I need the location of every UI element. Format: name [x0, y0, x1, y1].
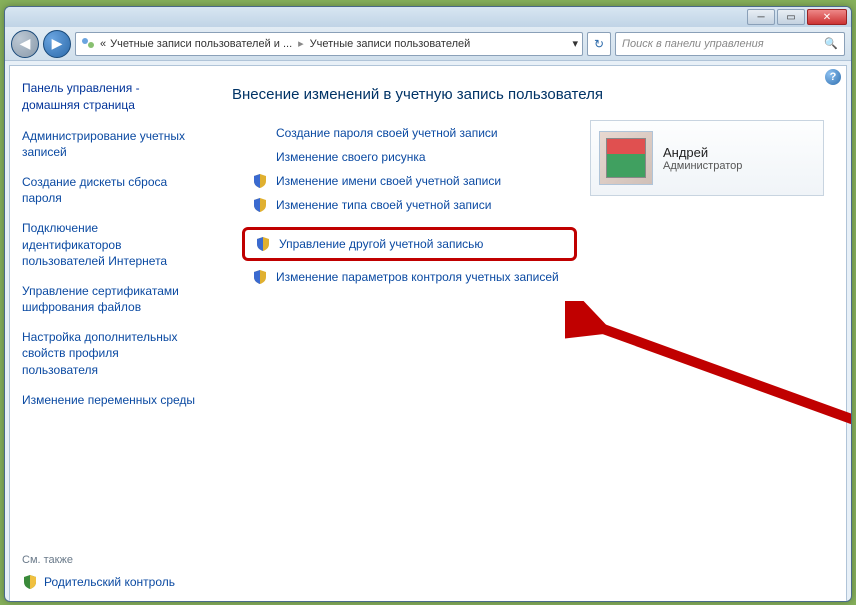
back-arrow-icon: ◀ — [20, 35, 31, 52]
content-area: Панель управления - домашняя страница Ад… — [9, 65, 847, 602]
change-uac-link[interactable]: Изменение параметров контроля учетных за… — [276, 270, 559, 284]
sidebar-link[interactable]: Управление сертификатами шифрования файл… — [22, 283, 198, 315]
user-name: Андрей — [663, 145, 742, 160]
task-item: Управление другой учетной записью — [255, 236, 564, 252]
close-button[interactable]: ✕ — [807, 9, 847, 25]
control-panel-window: ─ ▭ ✕ ◀ ▶ « Учетные записи пользователей… — [4, 6, 852, 602]
parental-controls-label: Родительский контроль — [44, 575, 175, 589]
task-item: Изменение параметров контроля учетных за… — [252, 269, 824, 285]
task-item: Изменение типа своей учетной записи — [252, 197, 824, 213]
address-bar[interactable]: « Учетные записи пользователей и ... ▸ У… — [75, 32, 583, 56]
navigation-row: ◀ ▶ « Учетные записи пользователей и ...… — [5, 27, 851, 61]
user-card[interactable]: Андрей Администратор — [590, 120, 824, 196]
sidebar-link[interactable]: Изменение переменных среды — [22, 392, 198, 408]
search-placeholder: Поиск в панели управления — [622, 38, 764, 50]
parental-controls-link[interactable]: Родительский контроль — [22, 574, 198, 590]
forward-arrow-icon: ▶ — [52, 35, 63, 52]
refresh-icon: ↻ — [594, 37, 604, 51]
breadcrumb-level2[interactable]: Учетные записи пользователей — [310, 38, 471, 50]
refresh-button[interactable]: ↻ — [587, 32, 611, 56]
user-accounts-icon — [80, 36, 96, 52]
shield-placeholder — [252, 125, 268, 141]
sidebar-link[interactable]: Подключение идентификаторов пользователе… — [22, 220, 198, 269]
control-panel-home-link[interactable]: Панель управления - домашняя страница — [22, 80, 198, 114]
shield-placeholder — [252, 149, 268, 165]
shield-icon — [252, 197, 268, 213]
annotation-arrow — [565, 301, 852, 481]
shield-icon — [252, 269, 268, 285]
back-button[interactable]: ◀ — [11, 30, 39, 58]
create-password-link[interactable]: Создание пароля своей учетной записи — [276, 126, 498, 140]
task-list-bottom: Изменение параметров контроля учетных за… — [252, 269, 824, 285]
see-also-label: См. также — [22, 554, 198, 566]
breadcrumb-separator-icon: ▸ — [298, 37, 304, 50]
avatar-image — [606, 138, 646, 178]
breadcrumb-level1[interactable]: Учетные записи пользователей и ... — [110, 38, 292, 50]
maximize-button[interactable]: ▭ — [777, 9, 805, 25]
change-picture-link[interactable]: Изменение своего рисунка — [276, 150, 426, 164]
search-box[interactable]: Поиск в панели управления 🔍 — [615, 32, 845, 56]
breadcrumb-dropdown-icon[interactable]: ▾ — [572, 37, 578, 50]
highlighted-task: Управление другой учетной записью — [242, 227, 577, 261]
user-role: Администратор — [663, 160, 742, 172]
titlebar: ─ ▭ ✕ — [5, 7, 851, 27]
change-type-link[interactable]: Изменение типа своей учетной записи — [276, 198, 491, 212]
user-info: Андрей Администратор — [663, 145, 742, 172]
sidebar-link[interactable]: Настройка дополнительных свойств профиля… — [22, 329, 198, 378]
window-controls: ─ ▭ ✕ — [747, 9, 847, 25]
sidebar-link[interactable]: Создание дискеты сброса пароля — [22, 174, 198, 206]
page-title: Внесение изменений в учетную запись поль… — [232, 86, 824, 103]
forward-button[interactable]: ▶ — [43, 30, 71, 58]
change-name-link[interactable]: Изменение имени своей учетной записи — [276, 174, 501, 188]
breadcrumb-prefix: « — [100, 38, 106, 50]
shield-icon — [255, 236, 271, 252]
avatar — [599, 131, 653, 185]
search-icon: 🔍 — [824, 37, 838, 50]
minimize-button[interactable]: ─ — [747, 9, 775, 25]
sidebar: Панель управления - домашняя страница Ад… — [10, 66, 210, 602]
shield-icon — [252, 173, 268, 189]
sidebar-link[interactable]: Администрирование учетных записей — [22, 128, 198, 160]
shield-icon — [22, 574, 38, 590]
manage-other-account-link[interactable]: Управление другой учетной записью — [279, 237, 483, 251]
main-panel: Внесение изменений в учетную запись поль… — [210, 66, 846, 602]
